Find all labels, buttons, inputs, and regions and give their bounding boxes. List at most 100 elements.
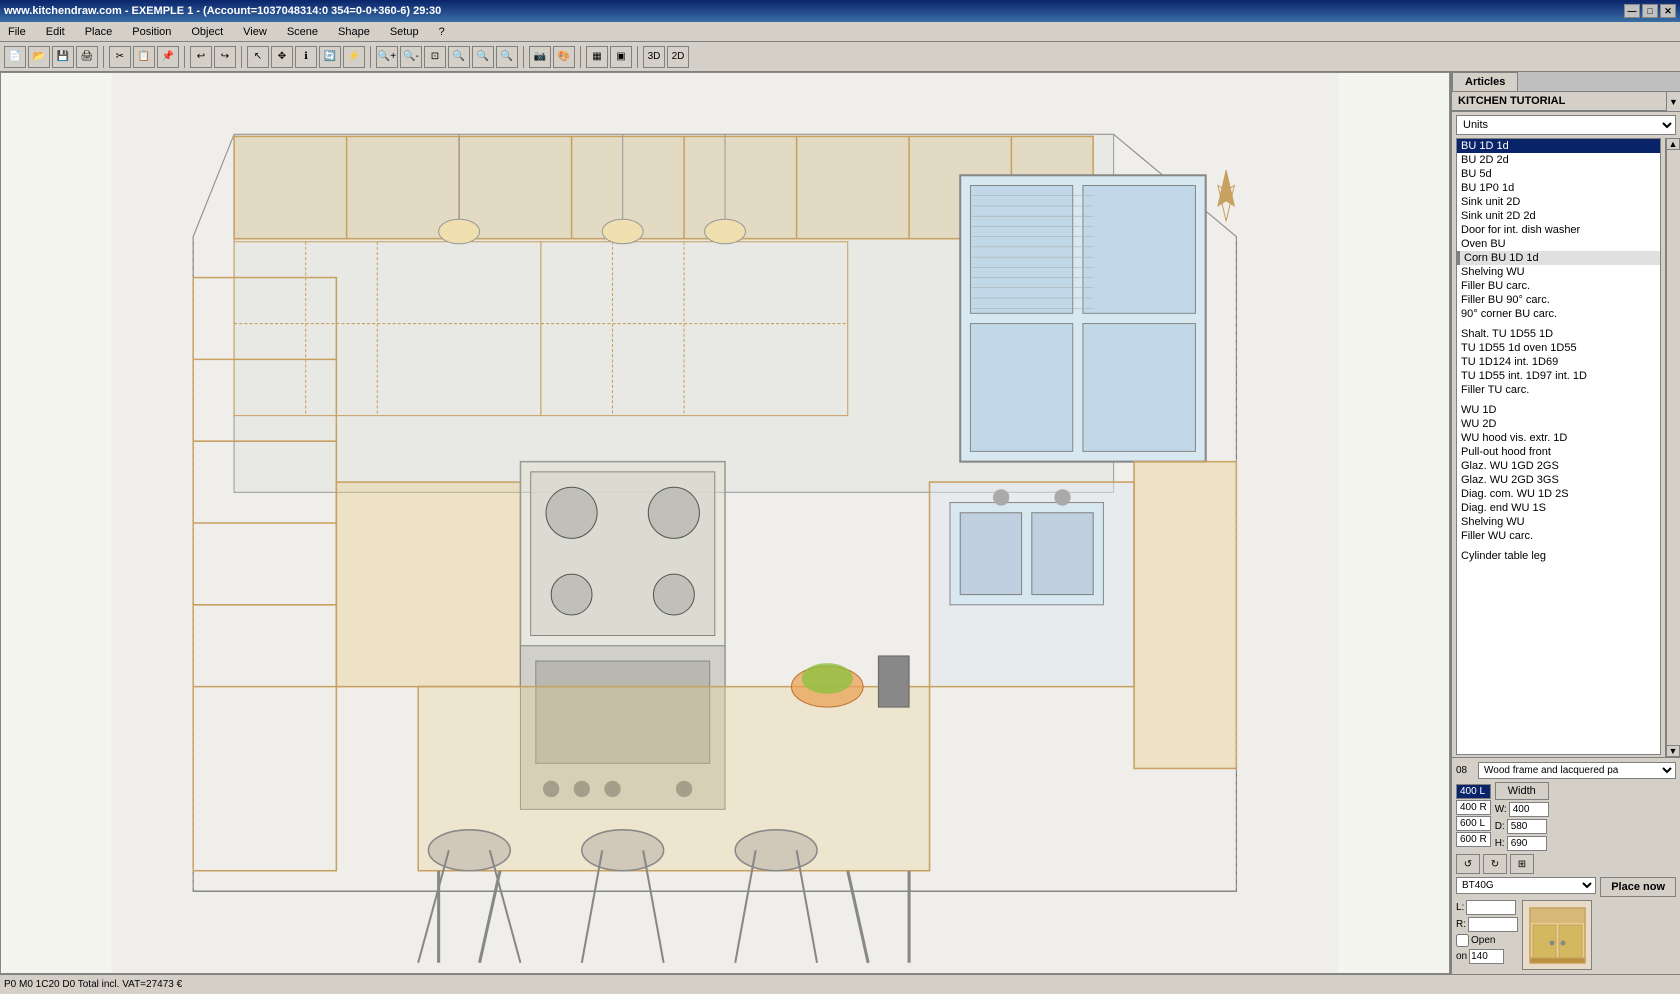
article-item-cornbu[interactable]: Corn BU 1D 1d: [1457, 251, 1660, 265]
w-label: W:: [1495, 804, 1507, 815]
article-item-shaltu1d55[interactable]: Shalt. TU 1D55 1D: [1457, 327, 1660, 341]
viewport[interactable]: [0, 72, 1450, 974]
menu-shape[interactable]: Shape: [334, 25, 374, 39]
finish-row: 08 Wood frame and lacquered pa: [1456, 762, 1676, 779]
article-item-fillerbu90[interactable]: Filler BU 90° carc.: [1457, 293, 1660, 307]
size-600r[interactable]: 600 R: [1456, 832, 1491, 847]
open-checkbox[interactable]: [1456, 934, 1469, 947]
menu-bar: File Edit Place Position Object View Sce…: [0, 22, 1680, 42]
tb-copy[interactable]: 📋: [133, 46, 155, 68]
tb-new[interactable]: 📄: [4, 46, 26, 68]
article-item-fillerwucarc[interactable]: Filler WU carc.: [1457, 529, 1660, 543]
article-item-bu5d[interactable]: BU 5d: [1457, 167, 1660, 181]
tb-zoom2[interactable]: 🔍: [472, 46, 494, 68]
article-item-bu2d2d[interactable]: BU 2D 2d: [1457, 153, 1660, 167]
menu-object[interactable]: Object: [187, 25, 227, 39]
scroll-down-arrow[interactable]: ▼: [1666, 745, 1680, 757]
article-item-tu1d55int[interactable]: TU 1D55 int. 1D97 int. 1D: [1457, 369, 1660, 383]
on-input[interactable]: [1469, 949, 1504, 964]
tb-cut[interactable]: ✂: [109, 46, 131, 68]
article-item-pullout[interactable]: Pull-out hood front: [1457, 445, 1660, 459]
article-item-shelvingwu[interactable]: Shelving WU: [1457, 265, 1660, 279]
tb-zoom3[interactable]: 🔍: [496, 46, 518, 68]
main-layout: Articles KITCHEN TUTORIAL ▼ Units BU 1D …: [0, 72, 1680, 974]
article-item-corner90[interactable]: 90° corner BU carc.: [1457, 307, 1660, 321]
article-item-cylindertable[interactable]: Cylinder table leg: [1457, 549, 1660, 563]
action-btn-2[interactable]: ↻: [1483, 854, 1507, 874]
units-dropdown[interactable]: Units: [1456, 115, 1676, 135]
close-button[interactable]: ✕: [1660, 4, 1676, 18]
panel-title-arrow[interactable]: ▼: [1666, 92, 1680, 111]
tb-print[interactable]: 🖨: [76, 46, 98, 68]
tb-zoom1[interactable]: 🔍: [448, 46, 470, 68]
list-scrollbar: ▲ ▼: [1665, 138, 1680, 757]
action-btn-3[interactable]: ⊞: [1510, 854, 1534, 874]
article-item-bu1p01d[interactable]: BU 1P0 1d: [1457, 181, 1660, 195]
l-input[interactable]: [1466, 900, 1516, 915]
article-item-sinkunit2d[interactable]: Sink unit 2D: [1457, 195, 1660, 209]
article-item-fillerbucarc[interactable]: Filler BU carc.: [1457, 279, 1660, 293]
article-item-wu1d[interactable]: WU 1D: [1457, 403, 1660, 417]
article-item-glazwu1gd[interactable]: Glaz. WU 1GD 2GS: [1457, 459, 1660, 473]
toolbar: 📄 📂 💾 🖨 ✂ 📋 📌 ↩ ↪ ↖ ✥ ℹ 🔄 ⚡ 🔍+ 🔍- ⊡ 🔍 🔍 …: [0, 42, 1680, 72]
menu-position[interactable]: Position: [128, 25, 175, 39]
tb-wall[interactable]: ▣: [610, 46, 632, 68]
size-400l[interactable]: 400 L: [1456, 784, 1491, 799]
article-item-diagendwu[interactable]: Diag. end WU 1S: [1457, 501, 1660, 515]
article-item-ovenbu[interactable]: Oven BU: [1457, 237, 1660, 251]
width-button[interactable]: Width: [1495, 782, 1549, 800]
dims-col: Width W: 400 D: 580 H: 690: [1495, 782, 1549, 851]
finish-dropdown[interactable]: Wood frame and lacquered pa: [1478, 762, 1676, 779]
tb-info[interactable]: ℹ: [295, 46, 317, 68]
action-btn-1[interactable]: ↺: [1456, 854, 1480, 874]
menu-view[interactable]: View: [239, 25, 271, 39]
tb-move[interactable]: ✥: [271, 46, 293, 68]
r-input[interactable]: [1468, 917, 1518, 932]
tb-rotate[interactable]: 🔄: [319, 46, 341, 68]
maximize-button[interactable]: □: [1642, 4, 1658, 18]
menu-edit[interactable]: Edit: [42, 25, 69, 39]
tb-camera[interactable]: 📷: [529, 46, 551, 68]
tb-undo[interactable]: ↩: [190, 46, 212, 68]
tb-zoomout[interactable]: 🔍-: [400, 46, 422, 68]
size-600l[interactable]: 600 L: [1456, 816, 1491, 831]
tb-zoomin[interactable]: 🔍+: [376, 46, 398, 68]
article-item-shelvingwu2[interactable]: Shelving WU: [1457, 515, 1660, 529]
article-item-tu1d55oven[interactable]: TU 1D55 1d oven 1D55: [1457, 341, 1660, 355]
article-item-fillertucarc[interactable]: Filler TU carc.: [1457, 383, 1660, 397]
tb-floor[interactable]: ▦: [586, 46, 608, 68]
tb-redo[interactable]: ↪: [214, 46, 236, 68]
scroll-up-arrow[interactable]: ▲: [1666, 138, 1680, 150]
tb-2d[interactable]: 2D: [667, 46, 689, 68]
menu-file[interactable]: File: [4, 25, 30, 39]
finish-number: 08: [1456, 765, 1476, 776]
minimize-button[interactable]: —: [1624, 4, 1640, 18]
article-item-sinkunit2d2d[interactable]: Sink unit 2D 2d: [1457, 209, 1660, 223]
tb-zoomfit[interactable]: ⊡: [424, 46, 446, 68]
tb-open[interactable]: 📂: [28, 46, 50, 68]
article-item-diagcomwu[interactable]: Diag. com. WU 1D 2S: [1457, 487, 1660, 501]
article-item-bu1d1d[interactable]: BU 1D 1d: [1457, 139, 1660, 153]
tb-3d[interactable]: 3D: [643, 46, 665, 68]
tb-select[interactable]: ↖: [247, 46, 269, 68]
tb-paste[interactable]: 📌: [157, 46, 179, 68]
finish-code-dropdown[interactable]: BT40G: [1456, 877, 1596, 894]
article-item-wu2d[interactable]: WU 2D: [1457, 417, 1660, 431]
menu-help[interactable]: ?: [435, 25, 449, 39]
tab-articles[interactable]: Articles: [1452, 72, 1518, 91]
size-400r[interactable]: 400 R: [1456, 800, 1491, 815]
tb-save[interactable]: 💾: [52, 46, 74, 68]
tb-snap[interactable]: ⚡: [343, 46, 365, 68]
article-item-wuhoodvis[interactable]: WU hood vis. extr. 1D: [1457, 431, 1660, 445]
article-item-glazwu2gd[interactable]: Glaz. WU 2GD 3GS: [1457, 473, 1660, 487]
menu-setup[interactable]: Setup: [386, 25, 423, 39]
kitchen-scene: [1, 73, 1449, 973]
title-text: www.kitchendraw.com - EXEMPLE 1 - (Accou…: [4, 5, 441, 17]
article-item-tu1d124[interactable]: TU 1D124 int. 1D69: [1457, 355, 1660, 369]
dim-h: H: 690: [1495, 836, 1549, 851]
tb-render[interactable]: 🎨: [553, 46, 575, 68]
menu-place[interactable]: Place: [81, 25, 117, 39]
place-now-button[interactable]: Place now: [1600, 877, 1676, 897]
article-item-doorint[interactable]: Door for int. dish washer: [1457, 223, 1660, 237]
menu-scene[interactable]: Scene: [283, 25, 322, 39]
